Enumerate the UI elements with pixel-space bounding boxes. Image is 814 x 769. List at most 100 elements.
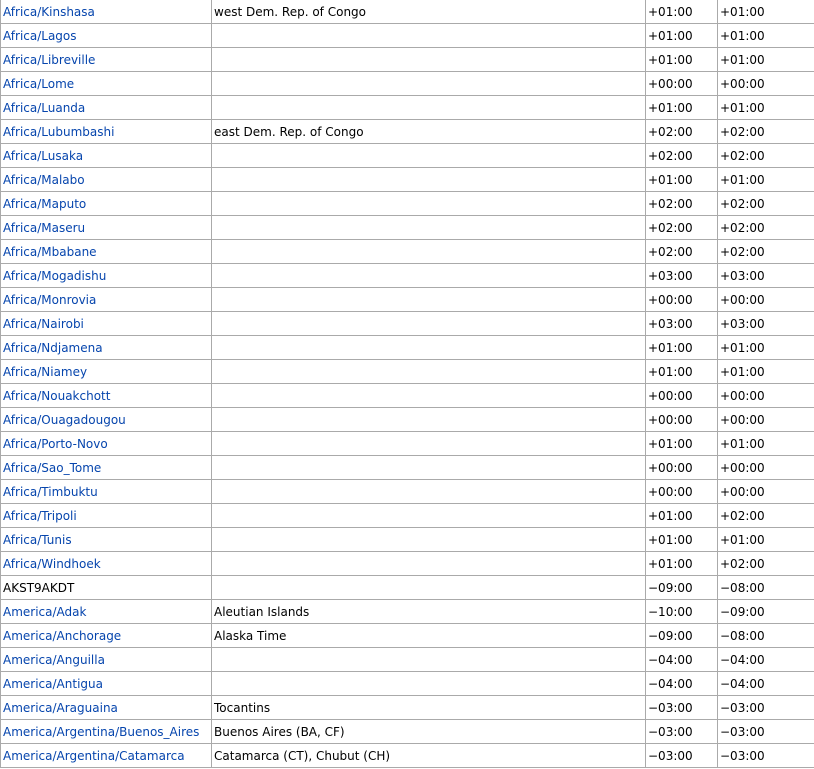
utc-offset: +01:00: [645, 47, 718, 72]
timezone-link[interactable]: Africa/Maputo: [3, 197, 86, 211]
timezone-link[interactable]: Africa/Nouakchott: [3, 389, 110, 403]
timezone-link[interactable]: America/Argentina/Catamarca: [3, 749, 185, 763]
timezone-link[interactable]: Africa/Monrovia: [3, 293, 96, 307]
timezone-name-cell: America/Adak: [0, 599, 212, 624]
table-row: AKST9AKDT −09:00 −08:00: [0, 575, 814, 600]
table-row: Africa/Mbabane +02:00 +02:00: [0, 239, 814, 264]
table-row: Africa/Malabo +01:00 +01:00: [0, 167, 814, 192]
utc-dst-offset: +01:00: [717, 527, 814, 552]
timezone-link[interactable]: America/Adak: [3, 605, 86, 619]
timezone-name-cell: Africa/Lome: [0, 71, 212, 96]
timezone-comment: [211, 647, 646, 672]
timezone-comment: [211, 503, 646, 528]
table-row: America/Antigua −04:00 −04:00: [0, 671, 814, 696]
utc-offset: +00:00: [645, 479, 718, 504]
timezone-name: AKST9AKDT: [3, 580, 75, 595]
timezone-name-cell: Africa/Libreville: [0, 47, 212, 72]
timezone-name-cell: Africa/Mogadishu: [0, 263, 212, 288]
table-row: America/Anguilla −04:00 −04:00: [0, 647, 814, 672]
table-row: Africa/Maputo +02:00 +02:00: [0, 191, 814, 216]
timezone-link[interactable]: Africa/Malabo: [3, 173, 85, 187]
timezone-comment: [211, 71, 646, 96]
utc-dst-offset: +01:00: [717, 359, 814, 384]
table-row: Africa/Mogadishu +03:00 +03:00: [0, 263, 814, 288]
utc-dst-offset: −03:00: [717, 743, 814, 768]
timezone-link[interactable]: America/Anguilla: [3, 653, 105, 667]
utc-dst-offset: +03:00: [717, 263, 814, 288]
table-row: Africa/Nairobi +03:00 +03:00: [0, 311, 814, 336]
timezone-comment: [211, 47, 646, 72]
timezone-comment: [211, 479, 646, 504]
table-row: Africa/Sao_Tome +00:00 +00:00: [0, 455, 814, 480]
utc-dst-offset: +02:00: [717, 215, 814, 240]
timezone-link[interactable]: Africa/Windhoek: [3, 557, 101, 571]
timezone-link[interactable]: Africa/Mogadishu: [3, 269, 106, 283]
timezone-name-cell: Africa/Malabo: [0, 167, 212, 192]
timezone-link[interactable]: Africa/Libreville: [3, 53, 95, 67]
utc-offset: −04:00: [645, 671, 718, 696]
utc-offset: +02:00: [645, 119, 718, 144]
utc-dst-offset: +00:00: [717, 287, 814, 312]
timezone-link[interactable]: Africa/Tunis: [3, 533, 72, 547]
timezone-link[interactable]: America/Antigua: [3, 677, 103, 691]
timezone-link[interactable]: Africa/Ndjamena: [3, 341, 103, 355]
timezone-link[interactable]: America/Anchorage: [3, 629, 121, 643]
utc-offset: −03:00: [645, 743, 718, 768]
table-row: America/Araguaina Tocantins −03:00 −03:00: [0, 695, 814, 720]
table-row: Africa/Windhoek +01:00 +02:00: [0, 551, 814, 576]
timezone-name-cell: Africa/Sao_Tome: [0, 455, 212, 480]
timezone-comment: Catamarca (CT), Chubut (CH): [211, 743, 646, 768]
table-row: Africa/Lagos +01:00 +01:00: [0, 23, 814, 48]
utc-offset: −09:00: [645, 575, 718, 600]
timezone-link[interactable]: Africa/Porto-Novo: [3, 437, 108, 451]
timezone-link[interactable]: Africa/Luanda: [3, 101, 85, 115]
utc-dst-offset: +00:00: [717, 455, 814, 480]
timezone-comment: [211, 143, 646, 168]
utc-offset: +00:00: [645, 455, 718, 480]
timezone-link[interactable]: Africa/Ouagadougou: [3, 413, 126, 427]
timezone-comment: east Dem. Rep. of Congo: [211, 119, 646, 144]
timezone-name-cell: Africa/Nairobi: [0, 311, 212, 336]
table-row: Africa/Ouagadougou +00:00 +00:00: [0, 407, 814, 432]
timezone-comment: [211, 95, 646, 120]
timezone-name-cell: Africa/Porto-Novo: [0, 431, 212, 456]
timezone-comment: [211, 551, 646, 576]
timezone-comment: [211, 335, 646, 360]
timezone-link[interactable]: Africa/Niamey: [3, 365, 87, 379]
table-row: Africa/Timbuktu +00:00 +00:00: [0, 479, 814, 504]
utc-dst-offset: +02:00: [717, 143, 814, 168]
timezone-link[interactable]: Africa/Timbuktu: [3, 485, 98, 499]
utc-dst-offset: +01:00: [717, 167, 814, 192]
timezone-link[interactable]: Africa/Lagos: [3, 29, 77, 43]
timezone-link[interactable]: Africa/Maseru: [3, 221, 85, 235]
timezone-name-cell: Africa/Kinshasa: [0, 0, 212, 24]
timezone-comment: [211, 383, 646, 408]
timezone-link[interactable]: Africa/Sao_Tome: [3, 461, 101, 475]
timezone-comment: [211, 215, 646, 240]
utc-dst-offset: +00:00: [717, 407, 814, 432]
timezone-link[interactable]: Africa/Tripoli: [3, 509, 77, 523]
timezone-link[interactable]: America/Argentina/Buenos_Aires: [3, 725, 199, 739]
timezone-comment: [211, 407, 646, 432]
timezone-table-body: Africa/Kinshasa west Dem. Rep. of Congo +0…: [0, 0, 814, 768]
timezone-link[interactable]: Africa/Lusaka: [3, 149, 83, 163]
utc-offset: +02:00: [645, 239, 718, 264]
timezone-link[interactable]: America/Araguaina: [3, 701, 118, 715]
timezone-link[interactable]: Africa/Kinshasa: [3, 5, 95, 19]
timezone-link[interactable]: Africa/Mbabane: [3, 245, 97, 259]
timezone-link[interactable]: Africa/Nairobi: [3, 317, 84, 331]
timezone-link[interactable]: Africa/Lubumbashi: [3, 125, 114, 139]
utc-offset: +00:00: [645, 383, 718, 408]
table-row: Africa/Tripoli +01:00 +02:00: [0, 503, 814, 528]
timezone-comment: Alaska Time: [211, 623, 646, 648]
utc-dst-offset: +03:00: [717, 311, 814, 336]
table-row: Africa/Lubumbashi east Dem. Rep. of Congo…: [0, 119, 814, 144]
utc-dst-offset: +01:00: [717, 335, 814, 360]
table-row: Africa/Maseru +02:00 +02:00: [0, 215, 814, 240]
timezone-link[interactable]: Africa/Lome: [3, 77, 74, 91]
utc-offset: +01:00: [645, 527, 718, 552]
timezone-name-cell: Africa/Ouagadougou: [0, 407, 212, 432]
utc-dst-offset: +02:00: [717, 551, 814, 576]
timezone-name-cell: Africa/Maseru: [0, 215, 212, 240]
utc-offset: +02:00: [645, 215, 718, 240]
